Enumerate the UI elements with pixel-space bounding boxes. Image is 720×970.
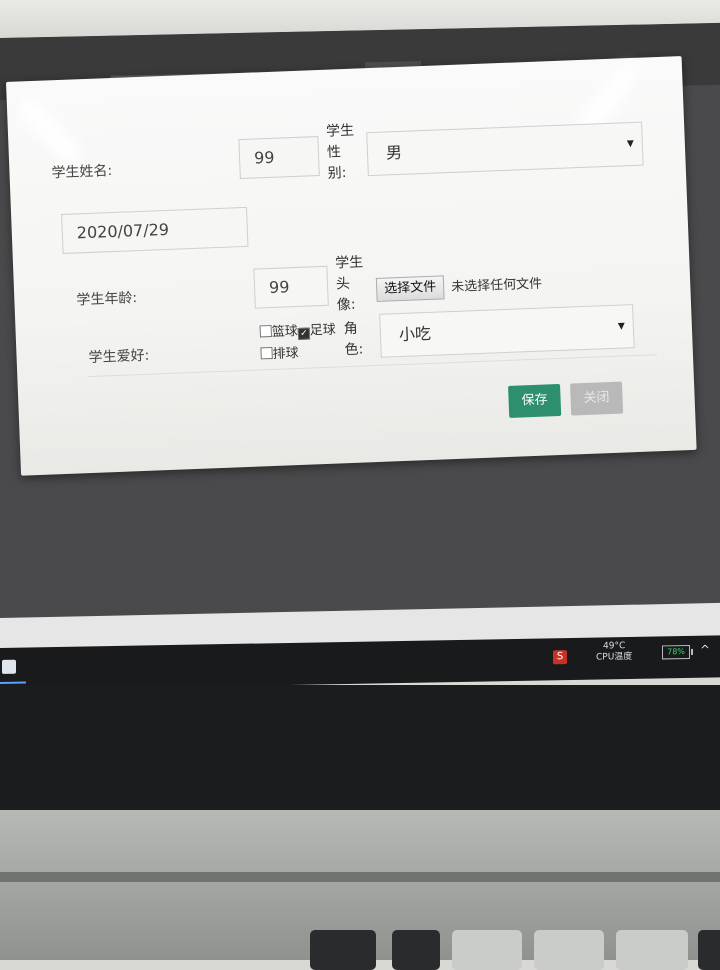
hobby-checkbox-basketball[interactable] xyxy=(259,324,272,338)
date-input[interactable]: 2020/07/29 xyxy=(61,206,249,254)
student-edit-dialog: 学生姓名: 99 学生 性 别: 男 ▼ 2020/07/29 学生年龄: 99… xyxy=(6,56,697,476)
close-button[interactable]: 关闭 xyxy=(569,381,624,416)
keyboard-key xyxy=(452,930,522,970)
tray-chevron-icon[interactable]: ^ xyxy=(700,643,710,657)
hobby-label-basketball: 篮球 xyxy=(271,323,299,340)
keyboard-key xyxy=(698,930,720,970)
hobby-label-volleyball: 排球 xyxy=(272,345,299,362)
name-label: 学生姓名: xyxy=(51,162,113,182)
save-button[interactable]: 保存 xyxy=(508,383,562,418)
keyboard-key xyxy=(392,930,440,970)
role-label: 角 色: xyxy=(343,320,364,359)
file-status-text: 未选择任何文件 xyxy=(450,276,543,296)
role-select[interactable]: 小吃 ▼ xyxy=(379,304,635,358)
screen-glare xyxy=(13,93,84,168)
cpu-temp-value: 49°C xyxy=(603,641,626,652)
gender-label: 学生 性 别: xyxy=(325,122,355,182)
dropdown-arrow-icon: ▼ xyxy=(617,321,626,332)
gender-value: 男 xyxy=(385,142,403,163)
sogou-ime-icon[interactable]: S xyxy=(553,650,567,665)
hobby-group: 篮球 ✓ 足球排球 xyxy=(259,319,341,366)
choose-file-button[interactable]: 选择文件 xyxy=(375,275,445,302)
role-value: 小吃 xyxy=(398,323,432,345)
app-window-icon[interactable] xyxy=(0,655,26,684)
name-input[interactable]: 99 xyxy=(238,136,320,180)
avatar-label: 学生 头 像: xyxy=(334,254,364,314)
dropdown-arrow-icon: ▼ xyxy=(626,138,635,150)
keyboard-key xyxy=(616,930,688,970)
laptop-groove xyxy=(0,872,720,882)
gender-select[interactable]: 男 ▼ xyxy=(366,121,644,177)
laptop-hinge xyxy=(0,685,720,815)
cpu-temp-widget[interactable]: 49°C CPU温度 xyxy=(596,641,632,664)
hobby-label-football: 足球 xyxy=(309,322,337,339)
hobby-label: 学生爱好: xyxy=(88,347,150,367)
hobby-checkbox-football[interactable]: ✓ xyxy=(297,327,311,340)
footer-divider xyxy=(87,354,657,378)
age-input[interactable]: 99 xyxy=(253,265,329,309)
age-label: 学生年龄: xyxy=(76,290,138,309)
keyboard-key xyxy=(310,930,376,970)
keyboard-key xyxy=(534,930,604,970)
hobby-checkbox-volleyball[interactable] xyxy=(260,346,273,360)
cpu-temp-label: CPU温度 xyxy=(596,651,633,663)
battery-icon[interactable]: 78% xyxy=(662,644,690,660)
